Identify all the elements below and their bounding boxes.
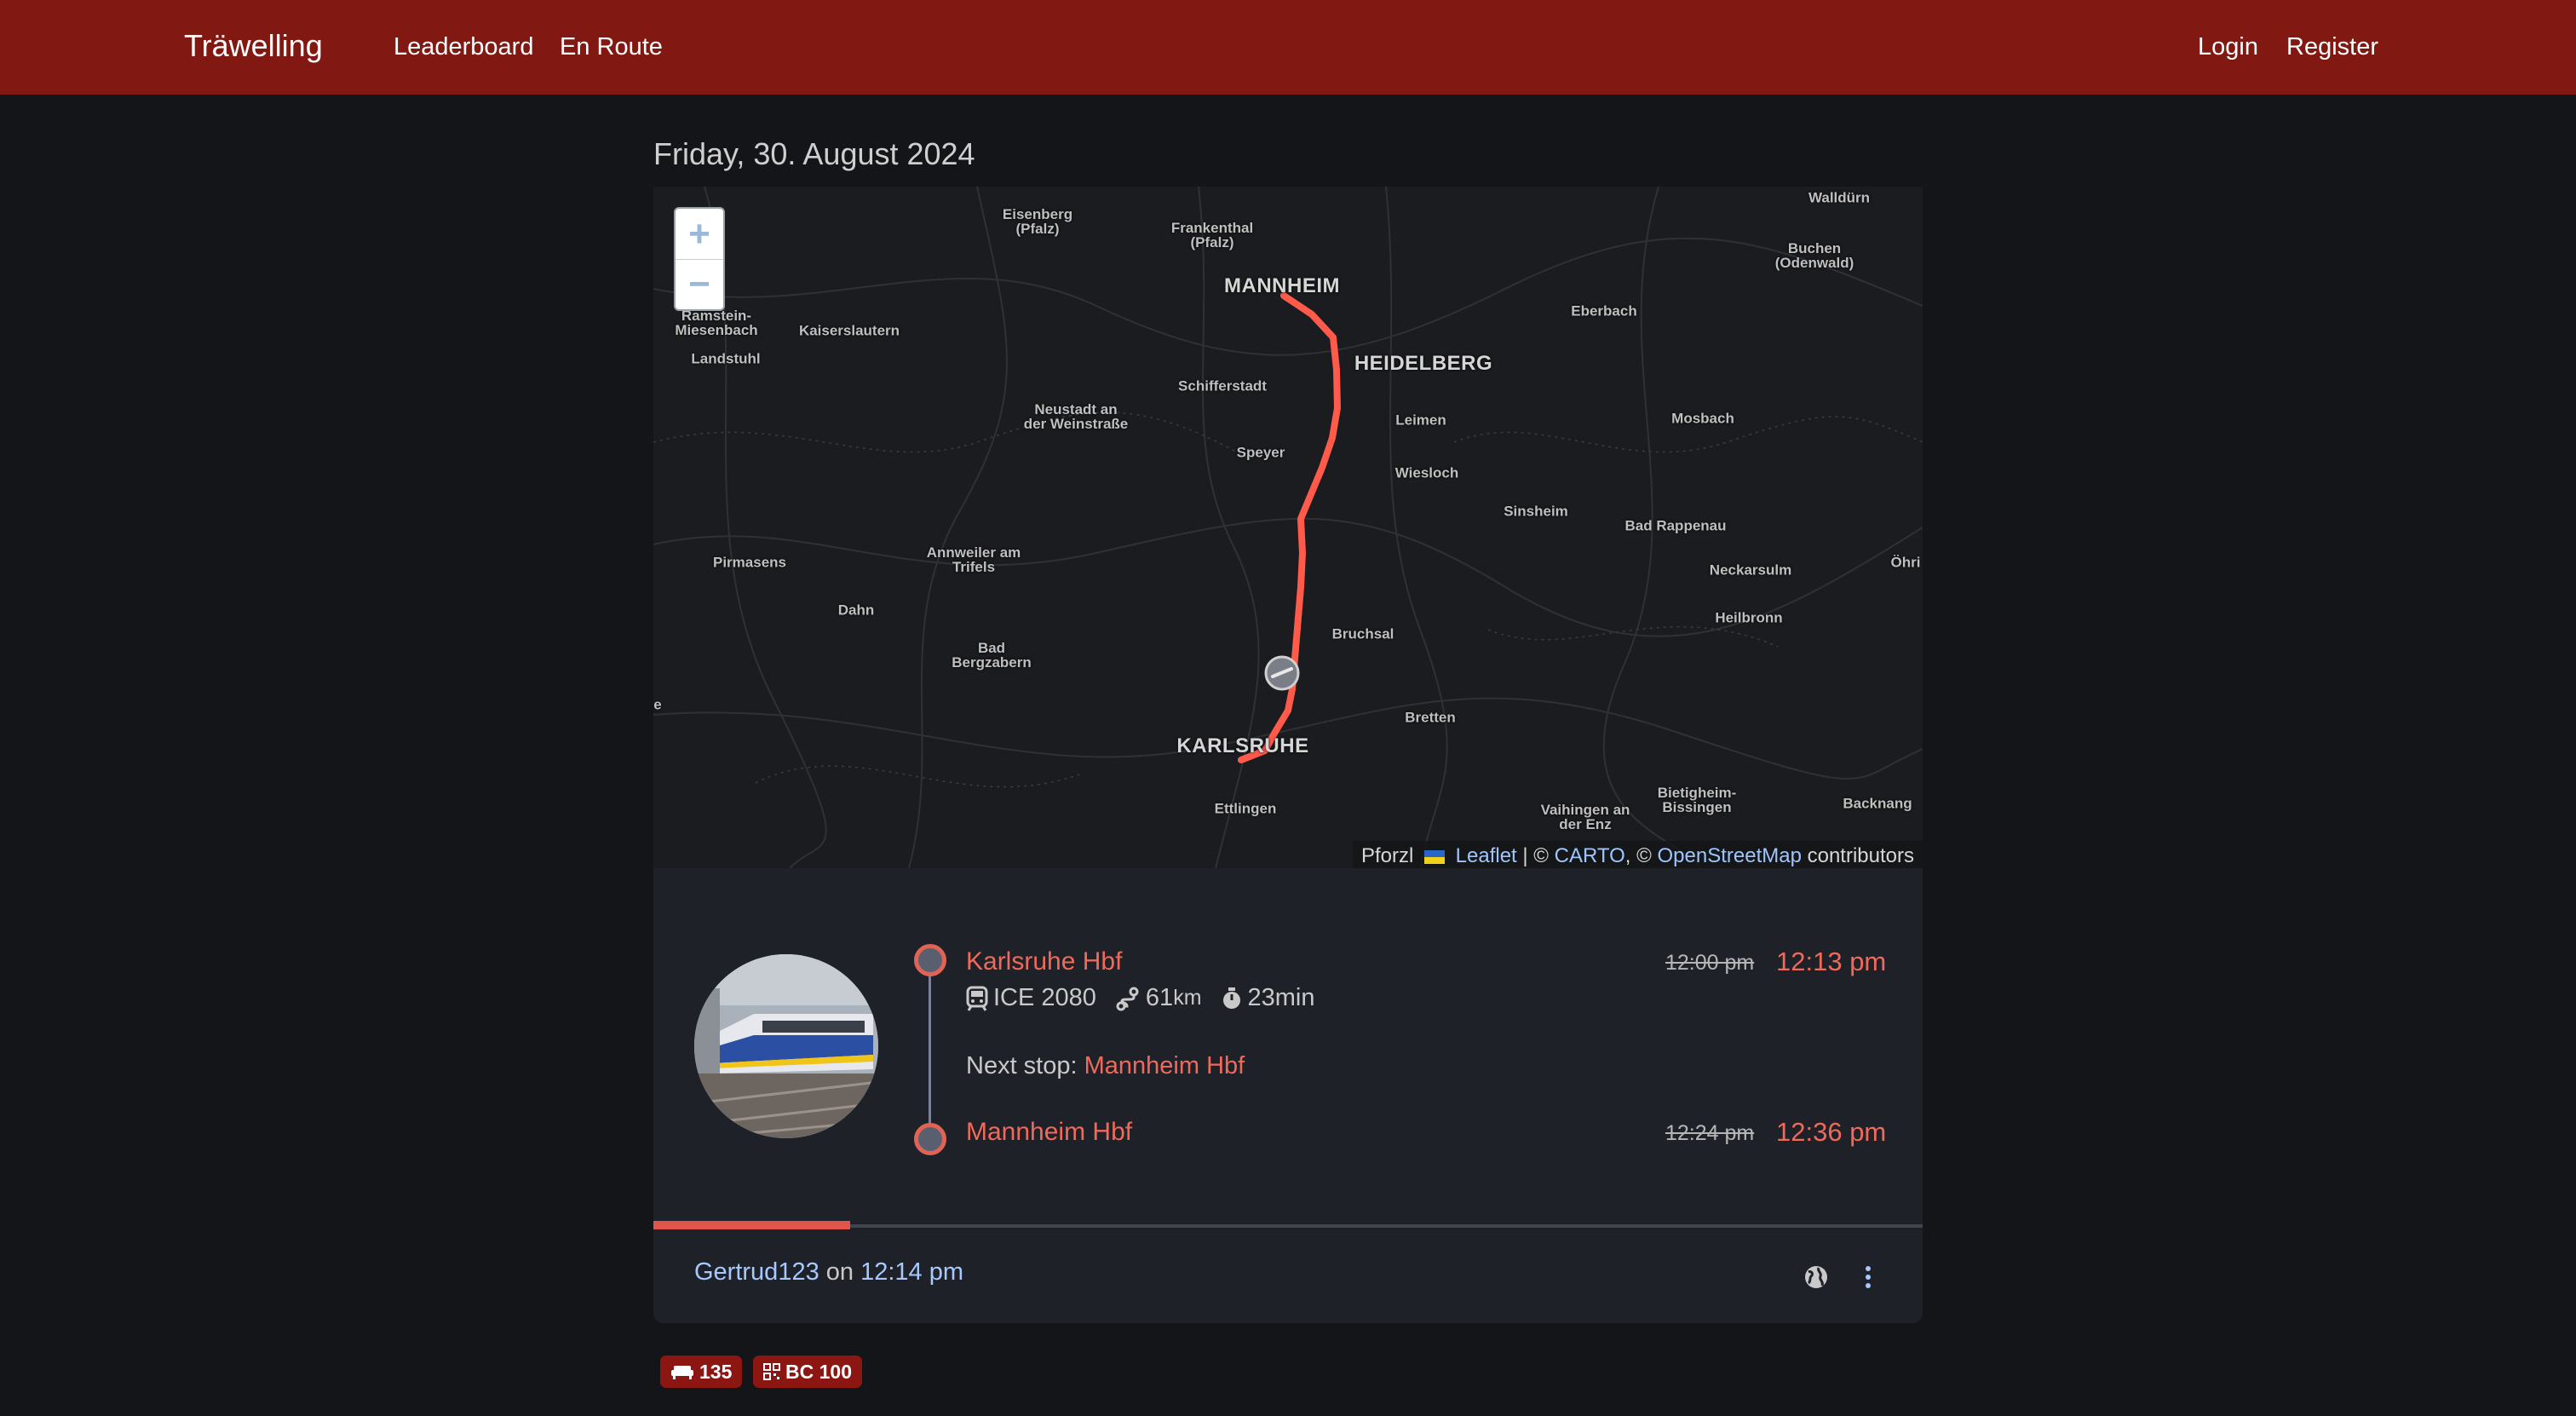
date-heading: Friday, 30. August 2024 — [653, 136, 975, 171]
route-distance-icon — [1116, 987, 1139, 1010]
distance-value: 61 — [1145, 984, 1174, 1011]
map-label: Ettlingen — [1214, 800, 1277, 817]
origin-station-link[interactable]: Karlsruhe Hbf — [966, 947, 1122, 976]
badge-couch-label: 135 — [699, 1360, 733, 1383]
brand-logo[interactable]: Träwelling — [184, 28, 323, 64]
timeline-line — [929, 962, 931, 1149]
status-card: Karlsruhe Hbf 12:00 pm 12:13 pm ICE 2080… — [653, 868, 1923, 1323]
map-label: Speyer — [1236, 444, 1285, 461]
next-stop: Next stop: Mannheim Hbf — [966, 1052, 1245, 1080]
progress-bar — [653, 1221, 850, 1229]
origin-planned-time: 12:00 pm — [1665, 951, 1755, 975]
destination-station-link[interactable]: Mannheim Hbf — [966, 1118, 1132, 1147]
next-stop-station-link[interactable]: Mannheim Hbf — [1084, 1052, 1245, 1079]
map-label: Neustadt an der Weinstraße — [1023, 401, 1129, 432]
status-footer: Gertrud123 on 12:14 pm — [694, 1258, 963, 1286]
duration-value: 23min — [1247, 984, 1315, 1011]
route-map[interactable]: Walldürn Eisenberg (Pfalz) Frankenthal (… — [653, 187, 1923, 868]
map-label: Backnang — [1843, 795, 1912, 812]
map-label: Eisenberg (Pfalz) — [1002, 206, 1073, 237]
nav-en-route[interactable]: En Route — [560, 33, 663, 61]
register-link[interactable]: Register — [2286, 33, 2378, 61]
status-time-link[interactable]: 12:14 pm — [860, 1258, 963, 1286]
attribution-suffix: contributors — [1807, 844, 1914, 867]
map-label: MANNHEIM — [1224, 274, 1340, 297]
map-label: Schifferstadt — [1178, 377, 1267, 394]
map-label: Bad Rappenau — [1624, 517, 1727, 534]
kebab-menu-icon[interactable] — [1861, 1264, 1875, 1290]
line-name: ICE 2080 — [993, 984, 1096, 1011]
map-attribution: Pforzl Leaflet | © CARTO, © OpenStreetMa… — [1352, 841, 1923, 868]
map-label: e — [653, 696, 662, 713]
map-label: Ramstein- Miesenbach — [675, 308, 758, 338]
origin-real-time: 12:13 pm — [1776, 947, 1887, 976]
destination-stop-dot — [914, 1123, 946, 1155]
nav-leaderboard[interactable]: Leaderboard — [394, 33, 533, 61]
badge-qrcode-label: BC 100 — [785, 1360, 852, 1383]
map-label: Bretten — [1405, 709, 1456, 726]
map-label: Eberbach — [1571, 302, 1637, 319]
login-link[interactable]: Login — [2198, 33, 2258, 61]
destination-real-time: 12:36 pm — [1776, 1117, 1887, 1147]
attribution-separator: , © — [1624, 844, 1652, 867]
map-label: Bad Bergzabern — [952, 640, 1032, 671]
couch-icon — [671, 1366, 693, 1379]
map-label: Öhri — [1890, 554, 1921, 571]
globe-icon[interactable] — [1803, 1264, 1829, 1290]
map-label: Mosbach — [1671, 410, 1734, 427]
badge-couch: 135 — [660, 1356, 743, 1388]
next-stop-label: Next stop: — [966, 1052, 1078, 1079]
map-label: Bruchsal — [1331, 625, 1394, 642]
attribution-separator: | © — [1522, 844, 1549, 867]
zoom-control: + − — [674, 207, 725, 311]
badge-qrcode: BC 100 — [753, 1356, 862, 1388]
openstreetmap-link[interactable]: OpenStreetMap — [1658, 844, 1802, 867]
map-label: Bietigheim- Bissingen — [1657, 785, 1737, 815]
map-label: Leimen — [1395, 412, 1446, 429]
ukraine-flag-icon — [1423, 849, 1445, 864]
on-label: on — [825, 1258, 854, 1286]
leaflet-link[interactable]: Leaflet — [1456, 844, 1517, 867]
map-label: Heilbronn — [1715, 609, 1783, 626]
map-label: KARLSRUHE — [1176, 734, 1309, 757]
map-label: Pirmasens — [713, 554, 786, 571]
stopwatch-icon — [1222, 987, 1240, 1009]
carto-link[interactable]: CARTO — [1555, 844, 1625, 867]
map-label: HEIDELBERG — [1354, 352, 1493, 375]
origin-stop-dot — [914, 944, 946, 976]
map-label: Dahn — [837, 602, 875, 619]
map-label: Kaiserslautern — [798, 322, 900, 339]
train-icon — [966, 986, 988, 1011]
trip-meta: ICE 2080 61 km 23min — [966, 984, 1334, 1012]
destination-planned-time: 12:24 pm — [1665, 1121, 1755, 1145]
train-photo-avatar[interactable] — [694, 954, 878, 1138]
map-label: Landstuhl — [691, 350, 761, 367]
map-label: Buchen (Odenwald) — [1774, 240, 1854, 271]
attribution-prefix: Pforzl — [1360, 844, 1414, 867]
map-label: Vaihingen an der Enz — [1540, 802, 1630, 832]
map-label: Annweiler am Trifels — [926, 544, 1021, 575]
qrcode-icon — [763, 1363, 780, 1380]
zoom-in-button[interactable]: + — [676, 209, 723, 259]
navbar: Träwelling Leaderboard En Route Login Re… — [0, 0, 2576, 95]
map-label: Frankenthal (Pfalz) — [1170, 220, 1254, 250]
distance-unit: km — [1173, 986, 1202, 1010]
map-label: Wiesloch — [1394, 464, 1459, 481]
map-label: Walldürn — [1808, 189, 1871, 206]
map-label: Sinsheim — [1504, 503, 1568, 520]
zoom-out-button[interactable]: − — [676, 259, 723, 309]
map-label: Neckarsulm — [1709, 561, 1792, 578]
username-link[interactable]: Gertrud123 — [694, 1258, 819, 1286]
train-image — [694, 954, 878, 1138]
